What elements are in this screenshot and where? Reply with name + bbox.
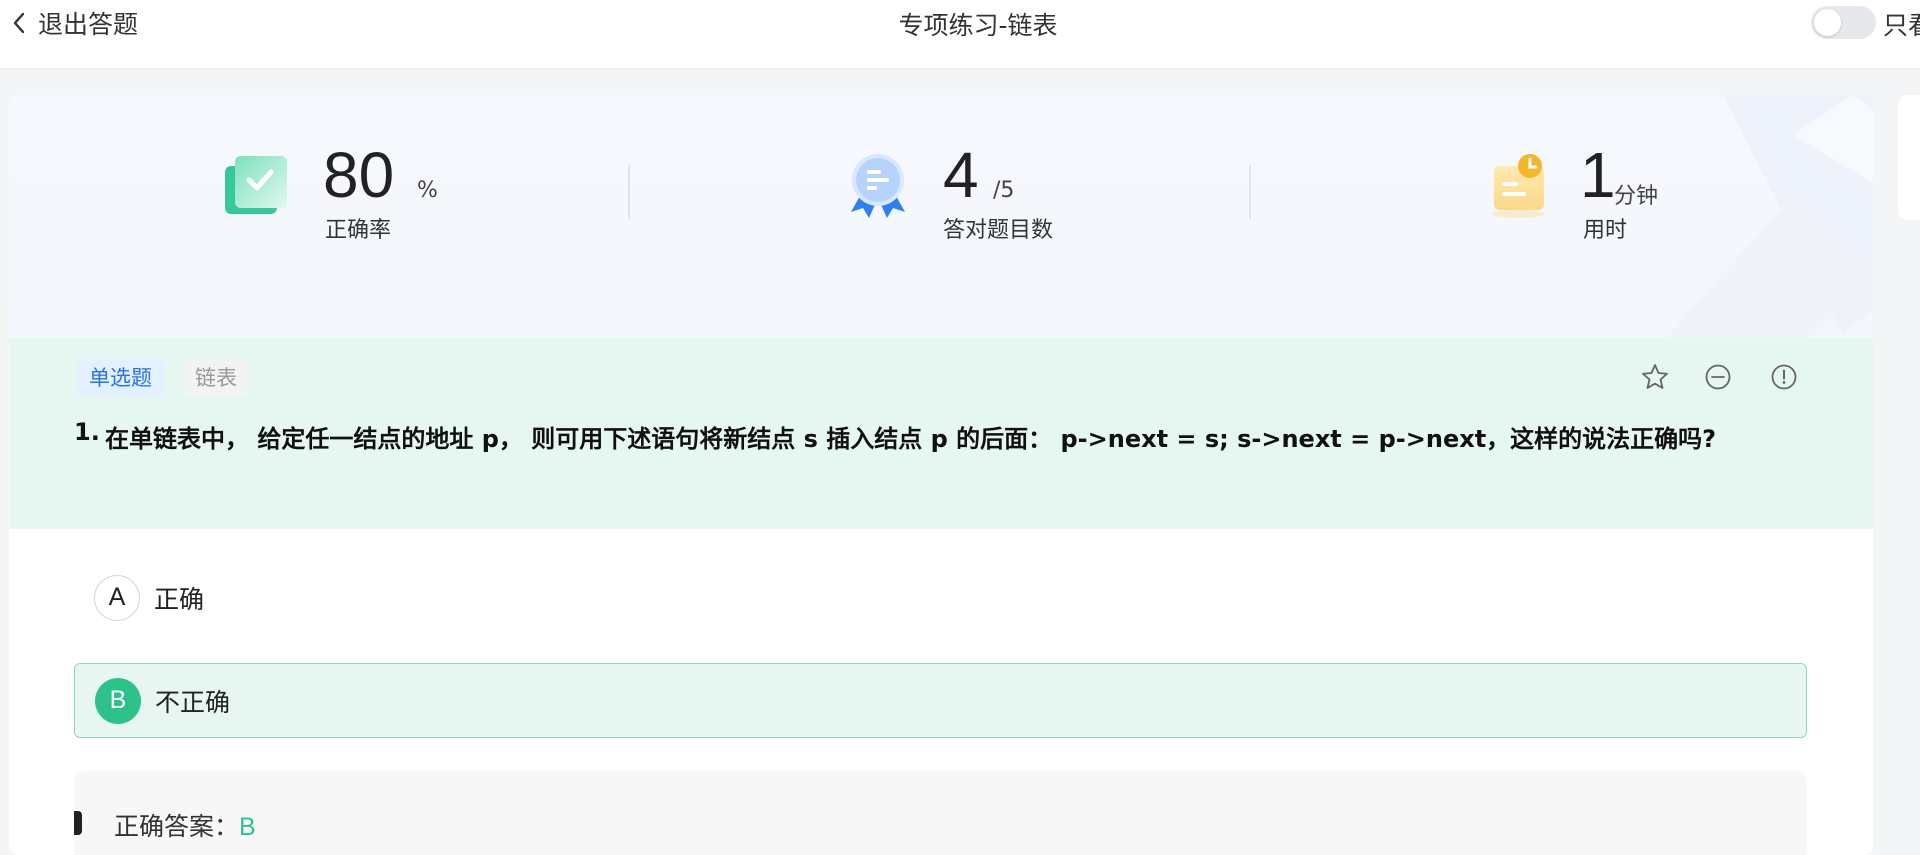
checkbook-icon <box>225 156 287 214</box>
time-stat: 1 分钟 用时 <box>1486 140 1726 250</box>
question-type-tag: 单选题 <box>77 360 164 396</box>
correct-answer-panel: 正确答案：B <box>74 771 1807 855</box>
time-caption: 用时 <box>1583 218 1628 243</box>
stat-divider <box>1249 165 1251 219</box>
question-header: 单选题 链表 1. 在单链表中， 给定任一结点的地址 p， 则可用下述语句将新结… <box>9 338 1873 529</box>
accuracy-value: 80 <box>323 139 395 211</box>
accuracy-unit: % <box>417 178 438 203</box>
exclamation-circle-icon[interactable] <box>1769 362 1799 392</box>
clock-note-icon <box>1492 154 1544 218</box>
option-a[interactable]: A 正确 <box>74 560 1807 635</box>
time-unit: 分钟 <box>1614 184 1659 209</box>
option-b[interactable]: B 不正确 <box>74 663 1807 738</box>
toggle-knob <box>1814 9 1841 36</box>
side-panel-card <box>1898 95 1920 220</box>
correct-count-stat: 4 /5 答对题目数 <box>843 140 1123 250</box>
option-text: 不正确 <box>155 687 231 717</box>
toggle-label: 只看 <box>1883 11 1920 40</box>
only-view-toggle[interactable] <box>1811 6 1876 39</box>
top-bar: 退出答题 专项练习-链表 只看 <box>0 0 1920 68</box>
option-text: 正确 <box>154 584 205 614</box>
answer-accent-bar <box>74 811 82 835</box>
star-icon[interactable] <box>1640 362 1670 392</box>
medal-icon <box>851 154 905 218</box>
correct-answer-label: 正确答案：B <box>114 807 256 843</box>
option-letter: B <box>95 677 141 724</box>
time-value: 1 <box>1580 139 1616 211</box>
correct-answer-value: B <box>239 813 256 841</box>
correct-count-caption: 答对题目数 <box>943 218 1054 243</box>
question-topic-tag: 链表 <box>183 360 249 396</box>
accuracy-stat: 80 % 正确率 <box>221 140 481 250</box>
accuracy-caption: 正确率 <box>325 218 392 243</box>
stats-panel: 80 % 正确率 4 /5 答对题目数 1 分钟 用时 <box>9 95 1873 338</box>
question-text: 在单链表中， 给定任一结点的地址 p， 则可用下述语句将新结点 s 插入结点 p… <box>105 425 1717 453</box>
minus-circle-icon[interactable] <box>1703 362 1733 392</box>
correct-count-value: 4 <box>943 139 979 211</box>
question-number: 1. <box>74 418 100 446</box>
correct-answer-title: 正确答案： <box>114 812 240 841</box>
result-card: 80 % 正确率 4 /5 答对题目数 1 分钟 用时 单选题 链表 1. 在单… <box>9 95 1873 855</box>
option-letter: A <box>94 574 140 621</box>
stat-divider <box>628 165 630 219</box>
correct-count-total: /5 <box>993 178 1015 203</box>
page-title: 专项练习-链表 <box>898 11 1058 40</box>
